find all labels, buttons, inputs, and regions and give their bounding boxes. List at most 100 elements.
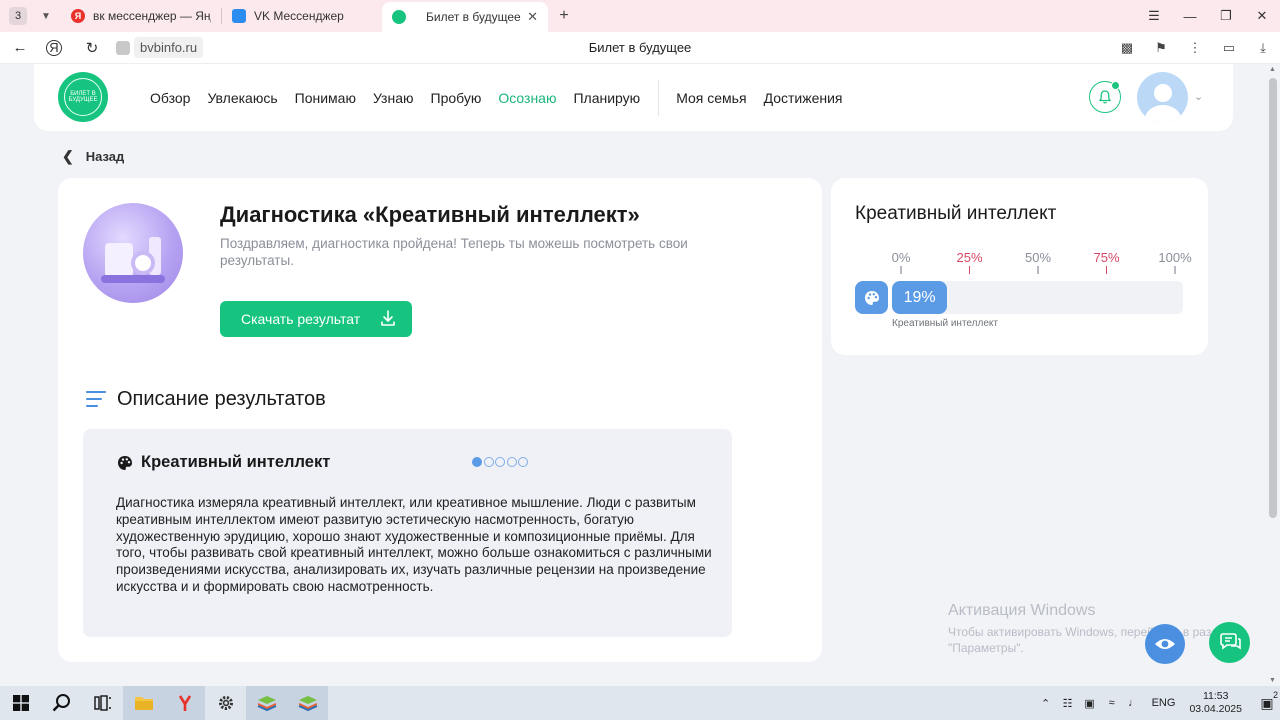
clock-date: 03.04.2025 bbox=[1189, 703, 1242, 715]
browser-tabbar: 3 ▼ Я вк мессенджер — Яндекс VK Мессендж… bbox=[0, 0, 1280, 32]
url-field[interactable]: bvbinfo.ru bbox=[134, 37, 204, 58]
volume-icon[interactable]: ♩ bbox=[1124, 697, 1144, 709]
app-stack-icon[interactable] bbox=[287, 686, 328, 720]
description-heading: Креативный интеллект bbox=[141, 453, 331, 471]
reload-icon[interactable]: ↻ bbox=[76, 32, 108, 64]
lock-icon[interactable] bbox=[116, 40, 130, 55]
page-scrollbar[interactable]: ▲ ▼ bbox=[1266, 64, 1280, 686]
menu-icon[interactable]: ☰ bbox=[1136, 8, 1172, 24]
palette-icon bbox=[864, 290, 879, 305]
eye-icon bbox=[1155, 639, 1175, 649]
tab-title: Билет в будущее bbox=[426, 10, 521, 24]
pager-dot[interactable] bbox=[495, 457, 505, 467]
yandex-browser-icon[interactable] bbox=[164, 686, 205, 720]
battery-icon: ▭ bbox=[1222, 40, 1236, 55]
scale-tick bbox=[1174, 266, 1176, 274]
illustration-shape bbox=[105, 243, 133, 277]
back-label: Назад bbox=[85, 149, 125, 164]
language-indicator[interactable]: ENG bbox=[1152, 697, 1176, 709]
download-icon bbox=[381, 310, 395, 326]
illustration-shape bbox=[131, 251, 155, 275]
nav-item-family[interactable]: Моя семья bbox=[676, 90, 746, 106]
chevron-down-icon[interactable]: ⌄ bbox=[1194, 90, 1203, 103]
scale-tick bbox=[900, 266, 902, 274]
nav-item-achievements[interactable]: Достижения bbox=[764, 90, 843, 106]
pager-dot[interactable] bbox=[506, 457, 517, 467]
more-vertical-icon[interactable]: ⋮ bbox=[1178, 40, 1212, 56]
nav-item-try[interactable]: Пробую bbox=[431, 90, 482, 106]
minimize-icon[interactable]: — bbox=[1172, 9, 1208, 24]
scale-tick bbox=[968, 266, 971, 274]
nav-item-plan[interactable]: Планирую bbox=[573, 90, 640, 106]
bell-icon bbox=[1098, 90, 1112, 104]
address-actions: ▩ ⚑ ⋮ ▭ ⤓ bbox=[1110, 32, 1280, 64]
nav-item-realize-active[interactable]: Осознаю bbox=[498, 90, 556, 106]
bookmark-icon[interactable]: ⚑ bbox=[1144, 40, 1178, 56]
scroll-down-icon[interactable]: ▼ bbox=[1269, 677, 1276, 684]
scale-label: 25% bbox=[956, 250, 983, 265]
display-icon[interactable]: ▣ bbox=[1080, 697, 1100, 710]
nav-item-interested[interactable]: Увлекаюсь bbox=[207, 90, 277, 106]
chevron-down-icon[interactable]: ▼ bbox=[35, 5, 57, 27]
avatar-body bbox=[1145, 105, 1181, 123]
notifications-icon[interactable]: ▣ 2 bbox=[1254, 690, 1280, 712]
nav-item-learn[interactable]: Узнаю bbox=[373, 90, 414, 106]
back-link[interactable]: ❮ Назад bbox=[62, 148, 124, 165]
app-stack-icon[interactable] bbox=[246, 686, 287, 720]
scrollbar-thumb[interactable] bbox=[1269, 78, 1277, 518]
scale-tick bbox=[1105, 266, 1108, 274]
scale-label: 50% bbox=[1024, 250, 1052, 265]
section-title: Описание результатов bbox=[117, 388, 326, 410]
pager-dot-active[interactable] bbox=[472, 457, 482, 467]
pager-dot[interactable] bbox=[518, 457, 528, 467]
scale-label: 75% bbox=[1093, 250, 1120, 265]
nav-item-overview[interactable]: Обзор bbox=[150, 90, 190, 106]
browser-tab-vk[interactable]: VK Мессенджер bbox=[222, 0, 382, 32]
site-logo[interactable]: БИЛЕТ В БУДУЩЕЕ bbox=[58, 72, 108, 122]
chevron-left-icon: ❮ bbox=[62, 148, 74, 164]
scroll-up-icon[interactable]: ▲ bbox=[1269, 66, 1276, 73]
search-icon[interactable] bbox=[41, 686, 82, 720]
restore-icon[interactable]: ❐ bbox=[1208, 8, 1244, 24]
new-tab-plus-icon[interactable]: + bbox=[554, 6, 574, 26]
browser-tab-bvb-active[interactable]: Билет в будущее ✕ bbox=[382, 2, 548, 32]
yandex-home-icon[interactable]: Я bbox=[46, 39, 62, 56]
chevron-up-icon[interactable]: ⌃ bbox=[1036, 697, 1056, 710]
network-icon[interactable]: ☷ bbox=[1058, 697, 1078, 710]
download-result-button[interactable]: Скачать результат bbox=[220, 301, 412, 337]
clock[interactable]: 11:53 03.04.2025 bbox=[1189, 690, 1242, 716]
nav-item-understand[interactable]: Понимаю bbox=[295, 90, 356, 106]
bvb-icon bbox=[392, 10, 406, 24]
wifi-icon[interactable]: ≈ bbox=[1102, 697, 1122, 709]
download-icon[interactable]: ⤓ bbox=[1246, 40, 1280, 56]
chat-icon bbox=[1219, 632, 1241, 650]
result-category-button[interactable] bbox=[855, 281, 888, 314]
palette-icon bbox=[118, 456, 132, 470]
vk-messenger-icon bbox=[232, 9, 246, 23]
windows-start-icon[interactable] bbox=[0, 686, 41, 720]
diagnostic-illustration bbox=[83, 203, 183, 303]
notification-dot bbox=[1111, 81, 1120, 90]
close-window-icon[interactable]: ✕ bbox=[1244, 8, 1280, 24]
file-explorer-icon[interactable] bbox=[123, 686, 164, 720]
accessibility-eye-button[interactable] bbox=[1145, 624, 1185, 664]
tab-count-badge[interactable]: 3 bbox=[9, 7, 27, 25]
site-header: БИЛЕТ В БУДУЩЕЕ Обзор Увлекаюсь Понимаю … bbox=[34, 64, 1233, 131]
support-chat-button[interactable] bbox=[1209, 622, 1250, 663]
windows-activation-text: Чтобы активировать Windows, перейдите в … bbox=[948, 625, 1232, 655]
result-title: Креативный интеллект bbox=[855, 203, 1057, 224]
pager-dot[interactable] bbox=[483, 457, 494, 467]
result-card: Креативный интеллект 0% 25% 50% 75% 100% 19%… bbox=[831, 178, 1208, 355]
close-icon[interactable]: ✕ bbox=[527, 9, 538, 25]
scale-label: 0% bbox=[891, 250, 911, 265]
task-view-icon[interactable] bbox=[82, 686, 123, 720]
page-subtitle: Поздравляем, диагностика пройдена! Тепер… bbox=[220, 236, 688, 268]
back-arrow-icon[interactable]: ← bbox=[4, 32, 36, 64]
windows-activation-title: Активация Windows bbox=[948, 602, 1096, 619]
avatar[interactable] bbox=[1137, 72, 1188, 123]
settings-gear-icon[interactable] bbox=[205, 686, 246, 720]
pager-dots bbox=[472, 457, 530, 467]
scale-label: 100% bbox=[1158, 250, 1192, 265]
browser-tab-yandex[interactable]: Я вк мессенджер — Яндекс bbox=[61, 0, 221, 32]
translate-icon[interactable]: ▩ bbox=[1110, 40, 1144, 56]
